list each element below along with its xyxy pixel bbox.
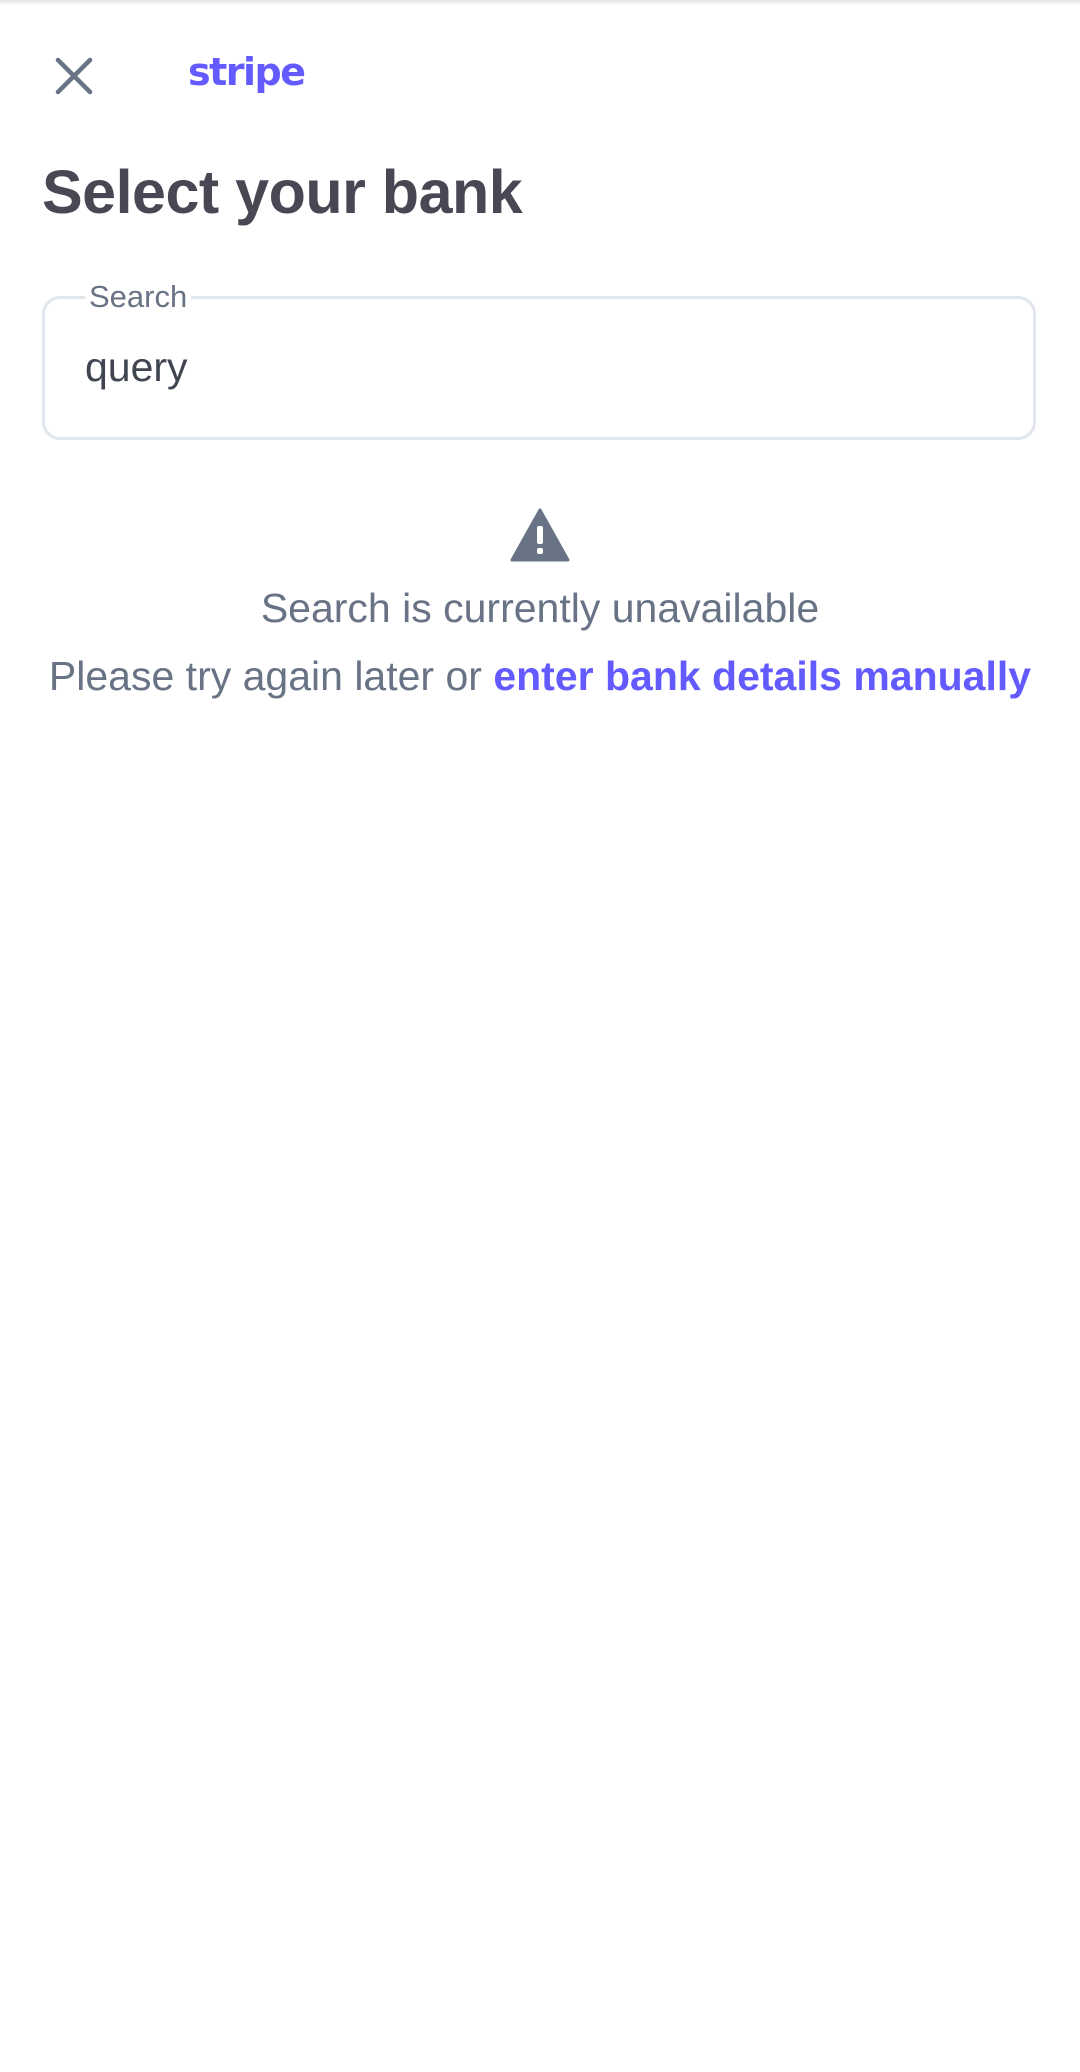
page-title: Select your bank: [42, 158, 523, 226]
search-label: Search: [85, 277, 192, 317]
status-message: Please try again later or enter bank det…: [0, 648, 1080, 704]
close-icon: [55, 57, 93, 95]
enter-bank-details-manually-link[interactable]: enter bank details manually: [493, 653, 1031, 699]
warning-icon: [510, 508, 570, 562]
close-button[interactable]: [40, 42, 108, 110]
header: stripe: [0, 0, 1080, 150]
stripe-logo: stripe: [188, 50, 306, 94]
search-input[interactable]: [85, 339, 985, 395]
search-field[interactable]: Search: [42, 277, 1036, 440]
status-message-text: Please try again later or: [48, 653, 494, 699]
status-title: Search is currently unavailable: [260, 585, 820, 631]
